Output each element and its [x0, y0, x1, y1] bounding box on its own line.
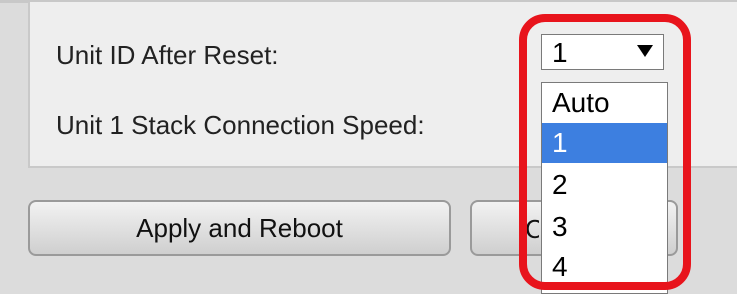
apply-and-reboot-button[interactable]: Apply and Reboot [28, 200, 451, 256]
unit-id-after-reset-label: Unit ID After Reset: [56, 40, 279, 70]
stack-connection-speed-label: Unit 1 Stack Connection Speed: [56, 110, 425, 140]
highlight-annotation-box [519, 14, 691, 290]
